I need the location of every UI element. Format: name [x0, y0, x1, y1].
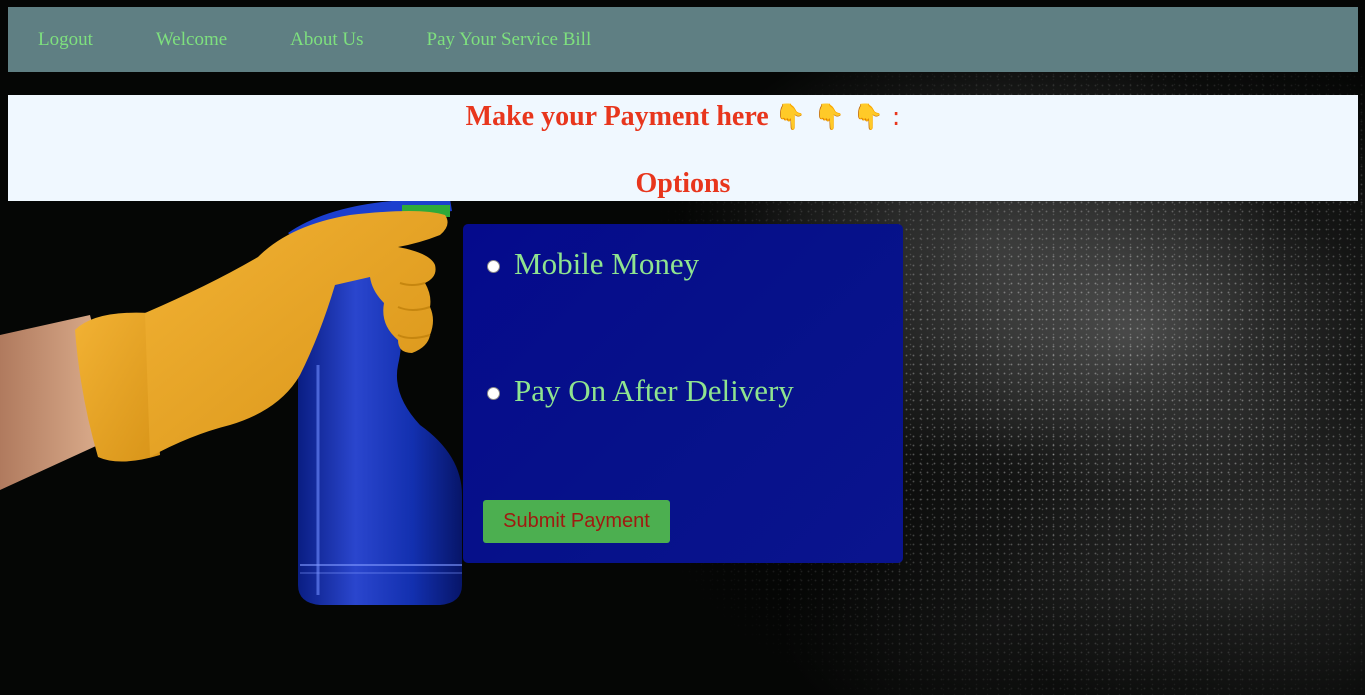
options-heading: Options: [635, 168, 731, 199]
option-pay-on-after-delivery-label: Pay On After Delivery: [514, 373, 794, 408]
pointing-down-icon: 👇 👇 👇 :: [774, 102, 901, 131]
option-pay-on-after-delivery[interactable]: Pay On After Delivery: [487, 373, 794, 409]
page-title: Make your Payment here 👇 👇 👇 :: [8, 99, 1358, 135]
payment-options-panel: Mobile Money Pay On After Delivery Submi…: [463, 224, 903, 563]
spray-bottle-hand-illustration: [0, 198, 462, 605]
payment-header: Make your Payment here 👇 👇 👇 : Options: [8, 95, 1358, 201]
nav-about-us-link[interactable]: About Us: [260, 7, 396, 72]
radio-mobile-money[interactable]: [487, 259, 500, 273]
submit-payment-button[interactable]: Submit Payment: [483, 500, 670, 543]
page-title-text: Make your Payment here: [465, 101, 769, 132]
nav-logout-link[interactable]: Logout: [8, 7, 126, 72]
option-mobile-money[interactable]: Mobile Money: [487, 246, 699, 282]
nav-welcome-link[interactable]: Welcome: [126, 7, 260, 72]
nav-pay-service-bill-link[interactable]: Pay Your Service Bill: [397, 7, 622, 72]
top-navbar: Logout Welcome About Us Pay Your Service…: [8, 7, 1358, 72]
option-mobile-money-label: Mobile Money: [514, 246, 700, 281]
radio-pay-on-after-delivery[interactable]: [487, 386, 500, 400]
